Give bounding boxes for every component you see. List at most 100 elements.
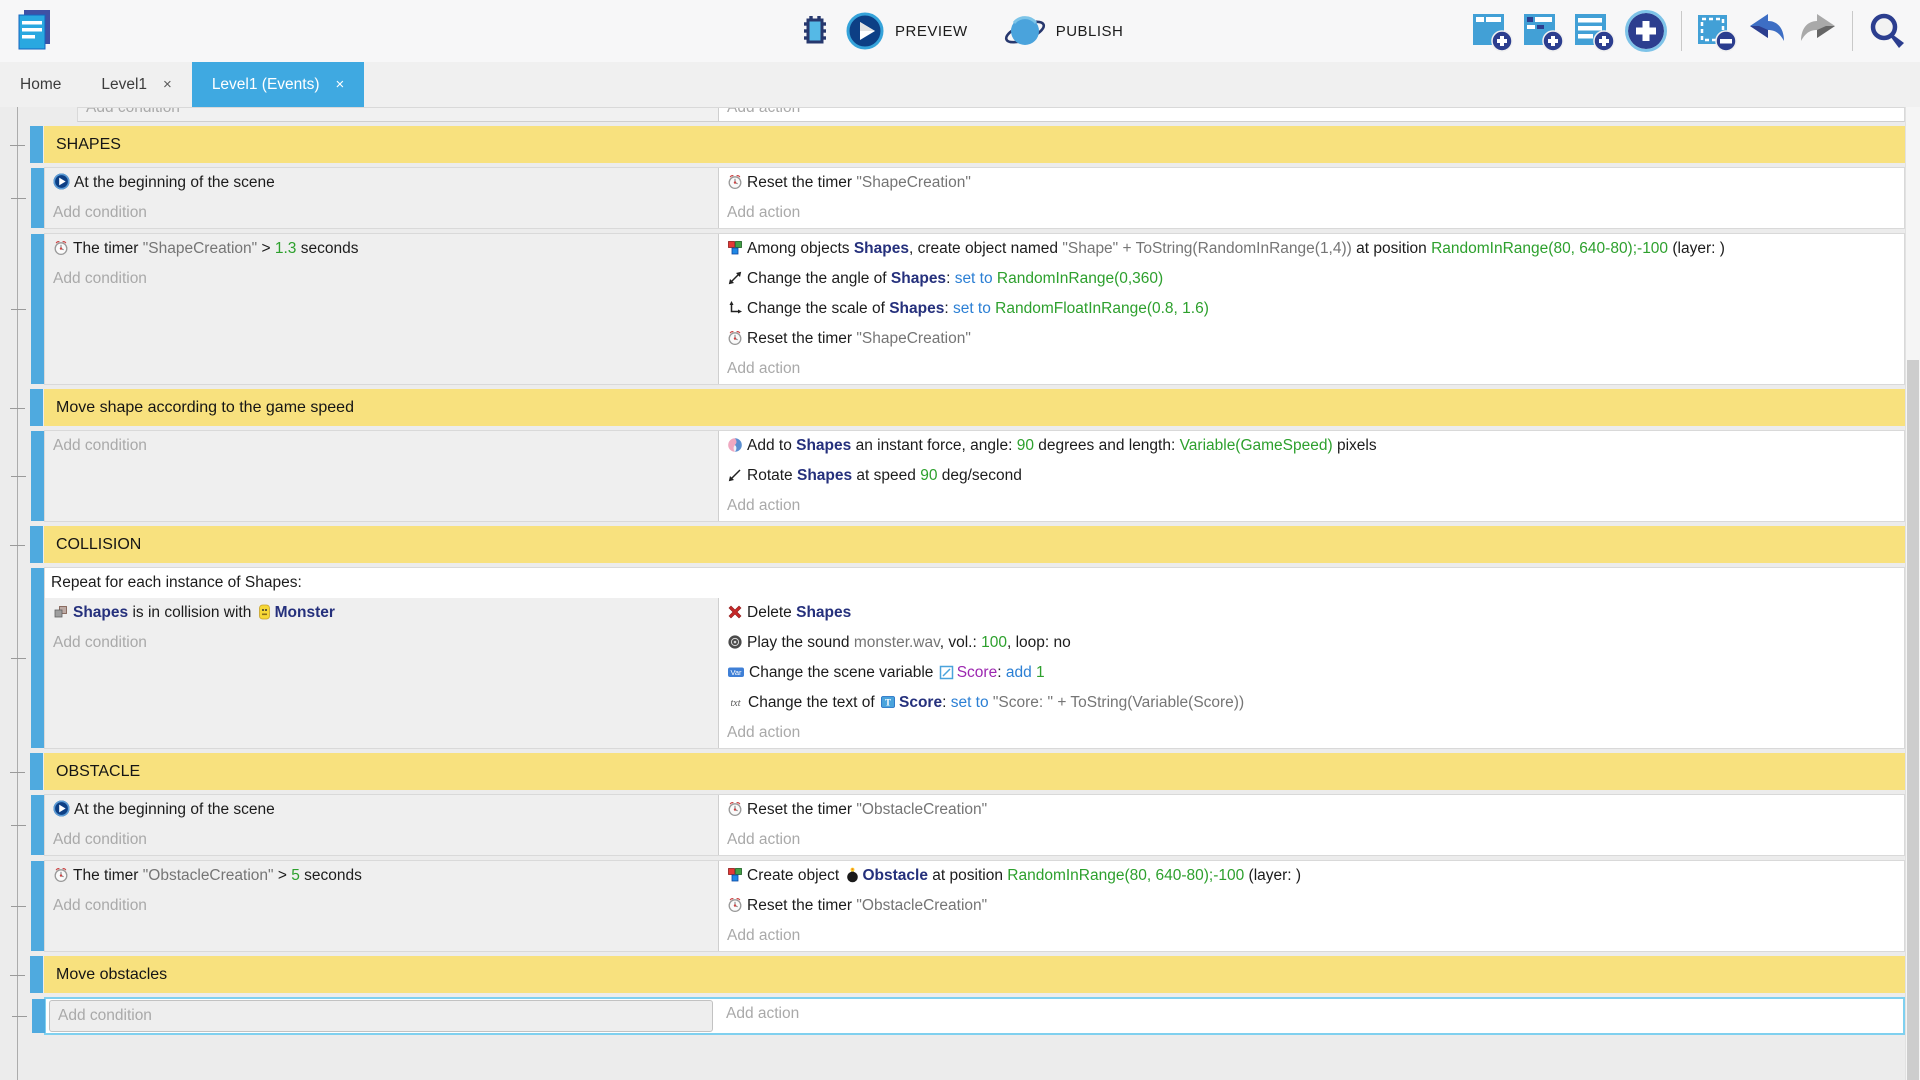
event-selection-bar[interactable] — [32, 999, 45, 1033]
action-line[interactable]: Reset the timer "ShapeCreation" — [719, 324, 1904, 354]
undo-icon[interactable] — [1746, 11, 1788, 51]
text-segment: At the beginning of the scene — [74, 801, 275, 818]
delete-selection-icon[interactable] — [1695, 10, 1737, 52]
action-line[interactable]: Play the sound monster.wav, vol.: 100, l… — [719, 628, 1904, 658]
event-selection-bar[interactable] — [31, 234, 44, 384]
add-condition-button[interactable]: Add condition — [78, 107, 718, 122]
publish-button[interactable]: PUBLISH — [1056, 23, 1124, 40]
text-segment: "ShapeCreation" — [856, 330, 970, 347]
add-sub-event-icon[interactable] — [1522, 10, 1564, 52]
add-condition-button[interactable]: Add condition — [45, 264, 718, 294]
event-selection-bar[interactable] — [30, 126, 43, 163]
redo-icon[interactable] — [1797, 11, 1839, 51]
tab-close-icon[interactable]: × — [163, 76, 172, 93]
event-selection-bar[interactable] — [30, 956, 43, 993]
add-action-button[interactable]: Add action — [719, 198, 1904, 228]
add-circle-icon[interactable] — [1624, 9, 1668, 53]
comment-row[interactable]: Move obstacles — [44, 956, 1905, 993]
action-line[interactable]: Delete Shapes — [719, 598, 1904, 628]
event-row[interactable]: The timer "ShapeCreation" > 1.3 secondsA… — [44, 233, 1905, 385]
text-segment: Shapes — [797, 467, 852, 484]
search-icon[interactable] — [1866, 10, 1908, 52]
add-event-icon[interactable] — [1471, 10, 1513, 52]
tree-tick — [11, 906, 26, 907]
comment-row[interactable]: COLLISION — [44, 526, 1905, 563]
add-action-button[interactable]: Add action — [719, 825, 1904, 855]
action-line[interactable]: Reset the timer "ObstacleCreation" — [719, 891, 1904, 921]
event-selection-bar[interactable] — [30, 753, 43, 790]
action-line[interactable]: VarChange the scene variable Score: add … — [719, 658, 1904, 688]
scrollbar-thumb[interactable] — [1907, 360, 1919, 1080]
event-row[interactable]: The timer "ObstacleCreation" > 5 seconds… — [44, 860, 1905, 952]
action-line[interactable]: Among objects Shapes, create object name… — [719, 234, 1904, 264]
tab-level1-events[interactable]: Level1 (Events) × — [192, 62, 364, 107]
add-action-button[interactable]: Add action — [719, 107, 1904, 122]
clock-icon — [727, 801, 747, 818]
project-manager-icon[interactable] — [12, 6, 56, 54]
add-condition-button[interactable]: Add condition — [45, 628, 718, 658]
add-condition-button[interactable]: Add condition — [45, 431, 718, 461]
condition-line[interactable]: At the beginning of the scene — [45, 168, 718, 198]
add-action-button[interactable]: Add action — [719, 491, 1904, 521]
preview-play-icon[interactable] — [845, 11, 885, 51]
event-selection-bar[interactable] — [30, 526, 43, 563]
add-action-button[interactable]: Add action — [719, 921, 1904, 951]
condition-line[interactable]: The timer "ObstacleCreation" > 5 seconds — [45, 861, 718, 891]
action-line[interactable]: Reset the timer "ObstacleCreation" — [719, 795, 1904, 825]
comment-row[interactable]: OBSTACLE — [44, 753, 1905, 790]
event-row[interactable]: Repeat for each instance of Shapes:Shape… — [44, 567, 1905, 749]
add-condition-button[interactable]: Add condition — [45, 825, 718, 855]
comment-row[interactable]: Move shape according to the game speed — [44, 389, 1905, 426]
event-row-selected[interactable]: Add condition Add action — [44, 997, 1905, 1035]
add-condition-button[interactable]: Add condition — [45, 891, 718, 921]
action-line[interactable]: Reset the timer "ShapeCreation" — [719, 168, 1904, 198]
text-segment: Add action — [727, 831, 800, 848]
text-segment: at position — [928, 867, 1007, 884]
debug-icon[interactable] — [795, 11, 835, 51]
condition-line[interactable]: Shapes is in collision with Monster — [45, 598, 718, 628]
text-segment: Shapes — [796, 604, 851, 621]
text-segment: Add condition — [58, 1007, 152, 1024]
event-row[interactable]: Add conditionAdd to Shapes an instant fo… — [44, 430, 1905, 522]
event-selection-bar[interactable] — [31, 568, 44, 748]
comment-text: Move shape according to the game speed — [56, 399, 354, 417]
text-segment: set to — [953, 300, 995, 317]
action-line[interactable]: Create object Obstacle at position Rando… — [719, 861, 1904, 891]
text-segment: Add condition — [86, 107, 180, 116]
preview-button[interactable]: PREVIEW — [895, 23, 968, 40]
condition-line[interactable]: At the beginning of the scene — [45, 795, 718, 825]
text-segment: Shapes — [854, 240, 909, 257]
action-line[interactable]: Change the scale of Shapes: set to Rando… — [719, 294, 1904, 324]
text-segment: Add condition — [53, 204, 147, 221]
publish-globe-icon[interactable] — [1004, 11, 1046, 51]
event-selection-bar[interactable] — [31, 431, 44, 521]
action-line[interactable]: Change the angle of Shapes: set to Rando… — [719, 264, 1904, 294]
comment-row[interactable]: SHAPES — [44, 126, 1905, 163]
collision-icon — [53, 604, 73, 621]
text-segment: 100 — [981, 634, 1007, 651]
event-row[interactable]: At the beginning of the scene Add conditi… — [44, 794, 1905, 856]
add-action-button[interactable]: Add action — [719, 354, 1904, 384]
tab-close-icon[interactable]: × — [336, 76, 345, 93]
event-selection-bar[interactable] — [31, 795, 44, 855]
event-selection-bar[interactable] — [30, 389, 43, 426]
add-action-button[interactable]: Add action — [719, 718, 1904, 748]
add-condition-button[interactable]: Add condition — [45, 198, 718, 228]
add-action-button[interactable]: Add action — [718, 999, 1903, 1029]
event-row[interactable]: Add condition Add action — [77, 107, 1905, 122]
action-line[interactable]: txtChange the text of TScore: set to "Sc… — [719, 688, 1904, 718]
toolbar-separator — [1681, 11, 1682, 51]
tab-home[interactable]: Home — [0, 62, 81, 107]
scrollbar[interactable] — [1905, 107, 1920, 1080]
text-segment: : — [946, 270, 955, 287]
action-line[interactable]: Add to Shapes an instant force, angle: 9… — [719, 431, 1904, 461]
add-condition-button[interactable]: Add condition — [50, 1001, 712, 1031]
tab-level1[interactable]: Level1 × — [81, 62, 191, 107]
for-each-header[interactable]: Repeat for each instance of Shapes: — [45, 568, 1904, 598]
action-line[interactable]: Rotate Shapes at speed 90 deg/second — [719, 461, 1904, 491]
event-row[interactable]: At the beginning of the scene Add conditi… — [44, 167, 1905, 229]
event-selection-bar[interactable] — [31, 168, 44, 228]
condition-line[interactable]: The timer "ShapeCreation" > 1.3 seconds — [45, 234, 718, 264]
event-selection-bar[interactable] — [31, 861, 44, 951]
add-comment-icon[interactable] — [1573, 10, 1615, 52]
